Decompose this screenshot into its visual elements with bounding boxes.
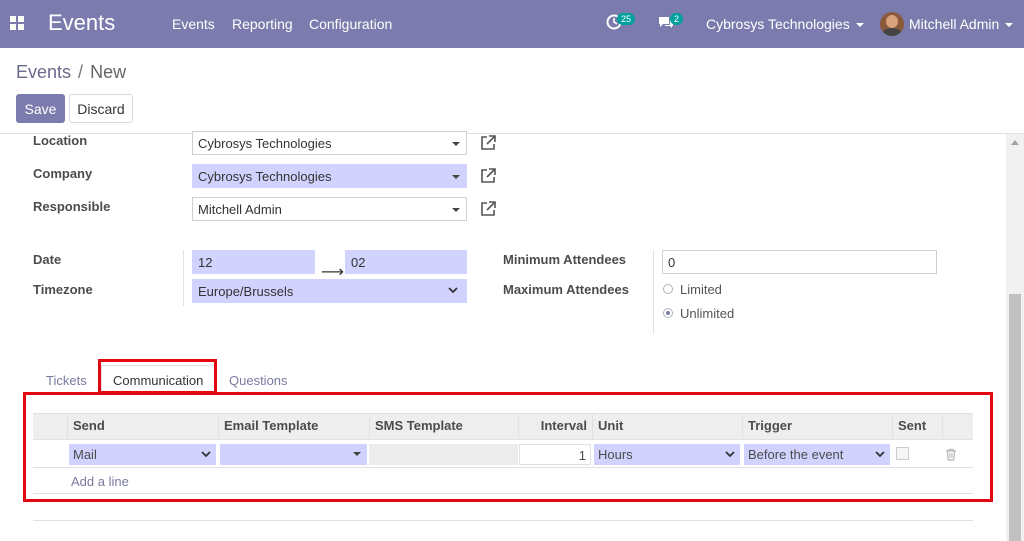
timezone-value: Europe/Brussels: [198, 284, 294, 299]
save-button[interactable]: Save: [16, 94, 65, 123]
breadcrumb-current: New: [90, 62, 127, 82]
timezone-label: Timezone: [33, 282, 93, 297]
chevron-down-icon: [1005, 23, 1014, 28]
unlimited-radio[interactable]: [663, 308, 673, 318]
scroll-up-arrow-icon[interactable]: [1011, 140, 1019, 145]
company-label: Company: [33, 166, 93, 181]
menu-configuration[interactable]: Configuration: [309, 16, 392, 32]
user-menu[interactable]: Mitchell Admin: [909, 16, 1014, 32]
app-title: Events: [48, 10, 116, 35]
tab-tickets[interactable]: Tickets: [46, 373, 87, 388]
date-label: Date: [33, 252, 62, 267]
company-switcher-label: Cybrosys Technologies: [706, 16, 850, 32]
responsible-label: Responsible: [33, 199, 111, 214]
message-count-badge: 2: [670, 13, 684, 25]
breadcrumb-separator: /: [78, 62, 84, 82]
top-navbar: Events Events Reporting Configuration 25…: [0, 0, 1024, 48]
annotation-highlight-tab: [98, 359, 217, 394]
section-divider: [33, 520, 973, 521]
external-link-icon[interactable]: [479, 200, 497, 218]
annotation-highlight-table: [23, 392, 993, 502]
avatar[interactable]: [880, 12, 904, 36]
activity-count-badge: 25: [617, 13, 636, 25]
external-link-icon[interactable]: [479, 167, 497, 185]
company-value: Cybrosys Technologies: [198, 169, 332, 184]
company-field[interactable]: Cybrosys Technologies: [192, 164, 467, 188]
limited-radio-label[interactable]: Limited: [680, 282, 722, 297]
unlimited-radio-label[interactable]: Unlimited: [680, 306, 734, 321]
user-menu-label: Mitchell Admin: [909, 16, 1000, 32]
location-value: Cybrosys Technologies: [198, 136, 332, 151]
date-end-field[interactable]: 02: [345, 250, 467, 274]
location-label: Location: [33, 133, 88, 148]
breadcrumb-parent[interactable]: Events: [16, 62, 71, 82]
limited-radio[interactable]: [663, 284, 673, 294]
min-attendees-field[interactable]: 0: [662, 250, 937, 274]
dropdown-caret-icon: [452, 175, 460, 179]
scrollbar-thumb[interactable]: [1009, 294, 1021, 541]
date-start-field[interactable]: 12: [192, 250, 315, 274]
location-field[interactable]: Cybrosys Technologies: [192, 131, 467, 155]
dropdown-caret-icon: [452, 208, 460, 212]
menu-events[interactable]: Events: [172, 16, 215, 32]
responsible-field[interactable]: Mitchell Admin: [192, 197, 467, 221]
dropdown-caret-icon: [452, 142, 460, 146]
min-attendees-label: Minimum Attendees: [503, 252, 627, 267]
vertical-scrollbar[interactable]: [1006, 134, 1024, 541]
max-attendees-label: Maximum Attendees: [503, 282, 629, 297]
apps-menu-icon[interactable]: [10, 16, 24, 30]
field-separator: [653, 250, 654, 334]
external-link-icon[interactable]: [479, 134, 497, 152]
field-separator: [183, 250, 184, 306]
company-switcher[interactable]: Cybrosys Technologies: [706, 16, 864, 32]
responsible-value: Mitchell Admin: [198, 202, 282, 217]
chevron-down-icon: [855, 23, 864, 28]
tab-questions[interactable]: Questions: [229, 373, 288, 388]
breadcrumb: Events / New: [16, 62, 126, 83]
timezone-select[interactable]: Europe/Brussels: [192, 279, 467, 303]
menu-reporting[interactable]: Reporting: [232, 16, 293, 32]
chevron-down-icon: [448, 287, 458, 294]
discard-button[interactable]: Discard: [69, 94, 133, 123]
